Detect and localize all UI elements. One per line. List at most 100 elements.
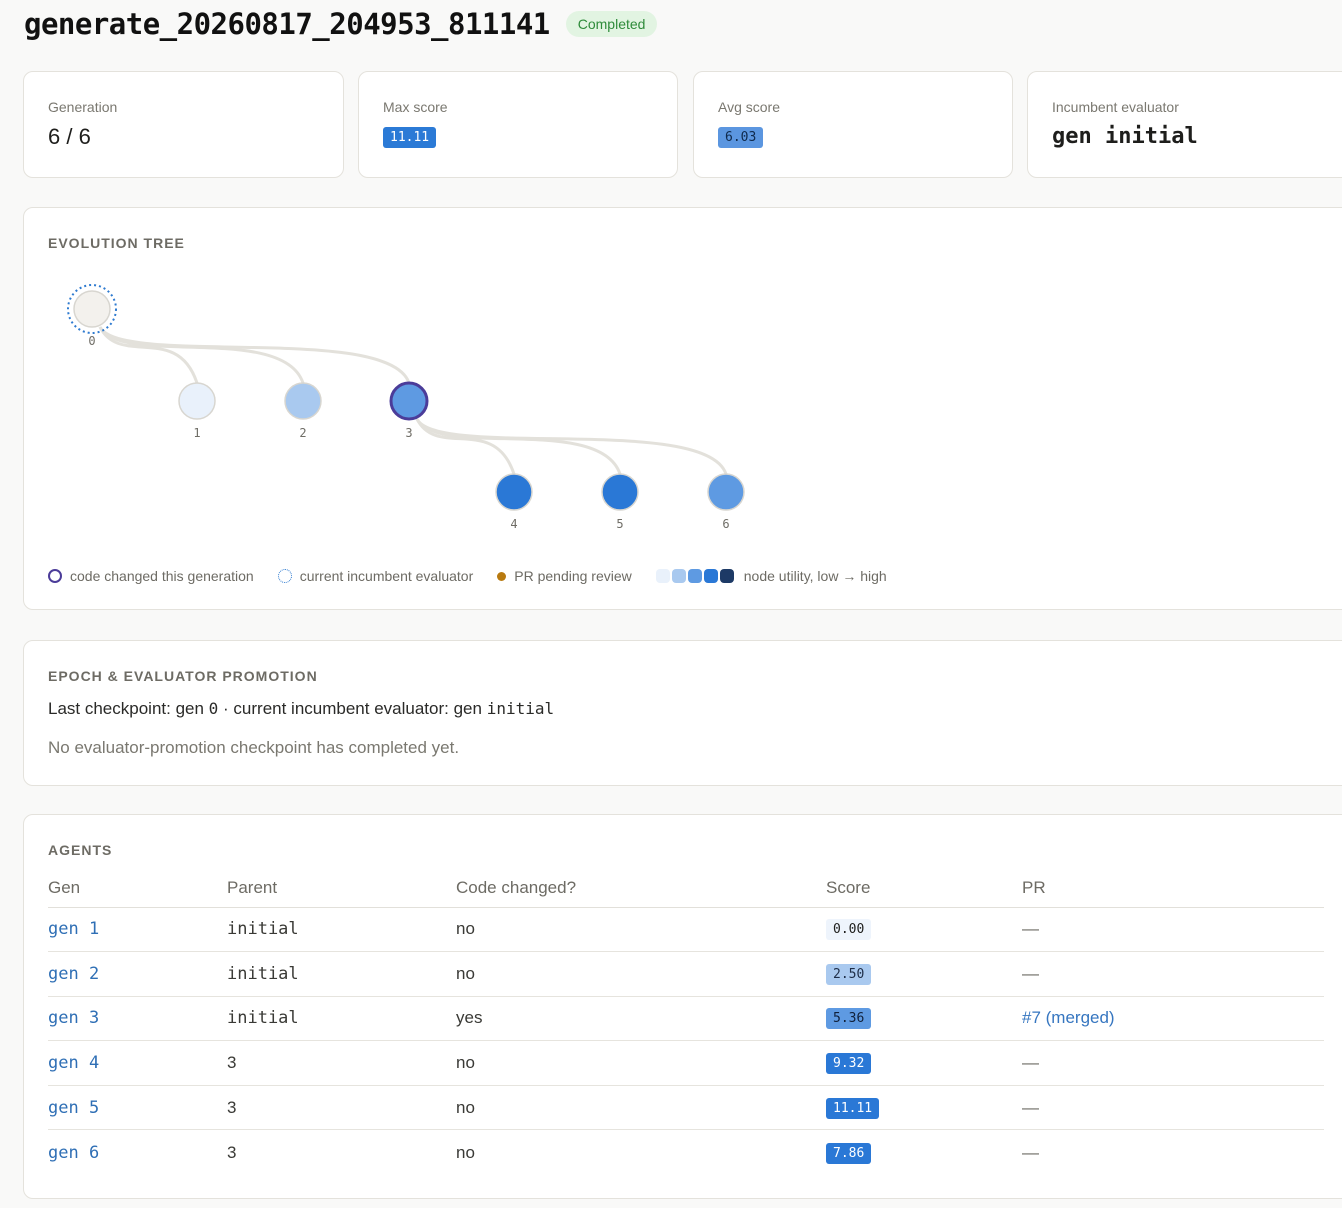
code-changed-cell: yes: [456, 996, 826, 1042]
table-row[interactable]: gen 3 initial yes 5.36 #7 (merged): [48, 996, 1324, 1042]
epoch-title: EPOCH & EVALUATOR PROMOTION: [48, 668, 318, 684]
max-score-value: 11.11: [383, 127, 437, 148]
pr-cell: #7 (merged): [1022, 996, 1324, 1042]
utility-swatch: [719, 569, 734, 583]
gen-link[interactable]: gen 6: [48, 1143, 99, 1163]
parent-cell: 3: [227, 1040, 456, 1086]
gen-cell: gen 4: [48, 1040, 227, 1086]
tree-node-label: 2: [299, 426, 306, 440]
tree-edge: [415, 418, 728, 475]
pr-empty: —: [1022, 1053, 1039, 1073]
run-title: generate_20260817_204953_811141: [24, 7, 550, 41]
gen-cell: gen 3: [48, 996, 227, 1042]
legend-utility-label: node utility, low → high: [743, 568, 887, 584]
code-changed-cell: no: [456, 1040, 826, 1086]
epoch-prefix: Last checkpoint: gen: [48, 699, 209, 718]
legend-code-changed-label: code changed this generation: [70, 568, 254, 584]
pr-empty: —: [1022, 1097, 1039, 1117]
gen-link[interactable]: gen 4: [48, 1053, 99, 1073]
tree-node-3[interactable]: 3: [389, 381, 429, 440]
score-cell: 5.36: [826, 996, 1022, 1042]
table-row[interactable]: gen 2 initial no 2.50 —: [48, 951, 1324, 997]
parent-cell: 3: [227, 1085, 456, 1131]
tree-edge: [98, 326, 199, 384]
pr-cell: —: [1022, 1130, 1324, 1175]
tree-edge: [415, 418, 516, 475]
evolution-tree: 0 1 2 3 4 5 6: [67, 284, 745, 531]
pr-pending-dot-icon: [497, 571, 507, 581]
incumbent-label: Incumbent evaluator: [1052, 99, 1179, 115]
epoch-incumbent: initial: [486, 699, 555, 718]
parent-cell: initial: [227, 907, 456, 953]
gen-link[interactable]: gen 2: [48, 964, 99, 984]
tree-node-label: 4: [510, 517, 517, 531]
epoch-checkpoint-gen: 0: [208, 699, 219, 718]
tree-legend: code changed this generation current inc…: [48, 568, 911, 584]
col-header-parent: Parent: [227, 869, 456, 908]
gen-link[interactable]: gen 3: [48, 1008, 99, 1028]
code-changed-cell: no: [456, 951, 826, 997]
gen-cell: gen 6: [48, 1130, 227, 1175]
tree-node-2[interactable]: 2: [284, 382, 322, 440]
tree-node-circle[interactable]: [178, 382, 216, 420]
tree-node-label: 6: [722, 517, 729, 531]
score-cell: 0.00: [826, 907, 1022, 953]
gen-link[interactable]: gen 1: [48, 919, 99, 939]
gen-link[interactable]: gen 5: [48, 1098, 99, 1118]
tree-node-1[interactable]: 1: [178, 382, 216, 440]
code-changed-ring-icon: [48, 569, 62, 583]
code-changed-cell: no: [456, 1085, 826, 1131]
utility-swatch: [703, 569, 718, 583]
legend-utility: node utility, low → high: [655, 568, 887, 584]
generation-label: Generation: [48, 99, 118, 115]
tree-node-label: 1: [193, 426, 200, 440]
tree-node-circle[interactable]: [389, 381, 429, 421]
tree-node-6[interactable]: 6: [707, 473, 745, 531]
col-header-pr: PR: [1022, 869, 1324, 908]
tree-node-circle[interactable]: [495, 473, 533, 511]
table-row[interactable]: gen 4 3 no 9.32 —: [48, 1040, 1324, 1086]
pr-cell: —: [1022, 1040, 1324, 1086]
avg-score-value: 6.03: [718, 127, 764, 148]
tree-node-label: 0: [88, 334, 95, 348]
tree-node-5[interactable]: 5: [601, 473, 639, 531]
agents-card: AGENTS Gen Parent Code changed? Score PR…: [23, 814, 1342, 1199]
utility-swatch: [671, 569, 686, 583]
pr-empty: —: [1022, 1142, 1039, 1162]
score-pill: 5.36: [826, 1008, 872, 1030]
max-score-label: Max score: [383, 99, 448, 115]
agents-header-row: Gen Parent Code changed? Score PR: [48, 869, 1324, 908]
table-row[interactable]: gen 1 initial no 0.00 —: [48, 907, 1324, 953]
tree-node-circle[interactable]: [601, 473, 639, 511]
score-cell: 2.50: [826, 951, 1022, 997]
evolution-tree-card: EVOLUTION TREE 0123456 code changed this…: [23, 207, 1342, 610]
legend-pr-pending: PR pending review: [497, 568, 632, 584]
gen-cell: gen 1: [48, 907, 227, 953]
parent-cell: initial: [227, 996, 456, 1042]
incumbent-value: gen initial: [1052, 124, 1198, 149]
pr-empty: —: [1022, 963, 1039, 983]
code-changed-cell: no: [456, 907, 826, 953]
tree-node-circle[interactable]: [707, 473, 745, 511]
score-pill: 11.11: [826, 1097, 880, 1119]
epoch-note: No evaluator-promotion checkpoint has co…: [48, 738, 460, 757]
pr-cell: —: [1022, 907, 1324, 953]
table-row[interactable]: gen 6 3 no 7.86 —: [48, 1130, 1324, 1175]
page-header: generate_20260817_204953_811141 Complete…: [24, 4, 658, 44]
code-changed-cell: no: [456, 1142, 475, 1162]
epoch-card: EPOCH & EVALUATOR PROMOTION Last checkpo…: [23, 640, 1342, 786]
epoch-mid: · current incumbent evaluator: gen: [218, 699, 487, 718]
tree-node-label: 5: [616, 517, 623, 531]
score-cell: 7.86: [826, 1130, 1022, 1175]
table-row[interactable]: gen 5 3 no 11.11 —: [48, 1085, 1324, 1131]
tree-node-4[interactable]: 4: [495, 473, 533, 531]
avg-score-label: Avg score: [718, 99, 780, 115]
parent-cell: 3: [227, 1142, 237, 1162]
tree-node-label: 3: [405, 426, 412, 440]
pr-link[interactable]: #7 (merged): [1022, 1008, 1115, 1027]
col-header-gen: Gen: [48, 869, 227, 908]
legend-incumbent: current incumbent evaluator: [277, 568, 473, 584]
tree-node-circle[interactable]: [73, 290, 111, 328]
tree-node-circle[interactable]: [284, 382, 322, 420]
status-badge: Completed: [565, 11, 658, 37]
